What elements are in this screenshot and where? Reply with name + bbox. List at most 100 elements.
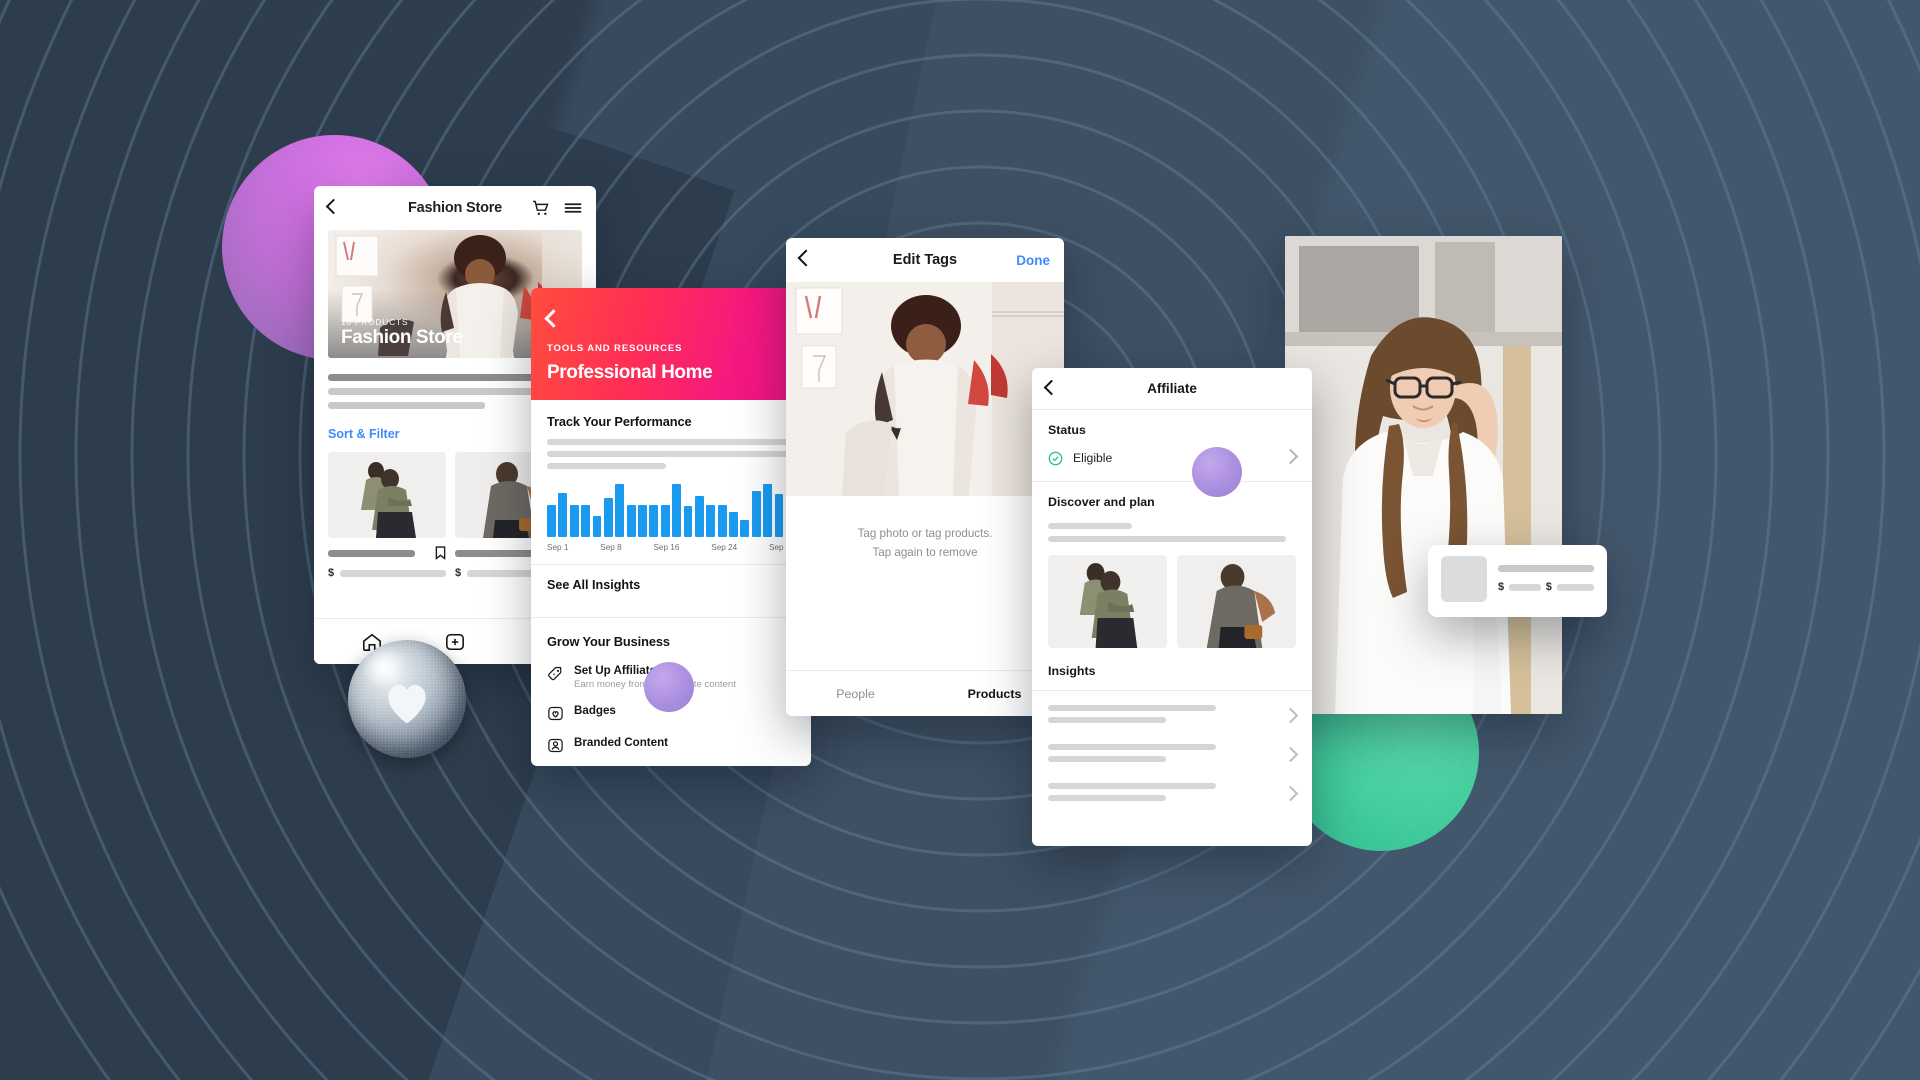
discover-thumb-1[interactable] bbox=[1048, 555, 1167, 648]
insights-section: Insights bbox=[1032, 648, 1312, 678]
status-badge: Eligible bbox=[1073, 451, 1113, 465]
hint-line-1: Tag photo or tag products. bbox=[857, 527, 993, 540]
chart-tick-label: Sep 8 bbox=[600, 543, 622, 552]
insight-row-2[interactable] bbox=[1048, 738, 1299, 777]
chevron-right-icon[interactable] bbox=[1282, 448, 1299, 467]
item-title: Branded Content bbox=[574, 736, 669, 749]
chart-bar bbox=[569, 504, 579, 537]
affiliate-navbar: Affiliate bbox=[1032, 368, 1312, 410]
chevron-right-icon[interactable] bbox=[1282, 707, 1299, 726]
grow-item-branded-content[interactable]: Branded Content bbox=[531, 729, 811, 761]
price-symbol: $ bbox=[455, 567, 462, 579]
skeleton-line bbox=[547, 463, 667, 469]
bookmark-icon[interactable] bbox=[435, 546, 446, 560]
skeleton-line bbox=[1048, 744, 1216, 750]
skeleton-title bbox=[455, 549, 543, 557]
person-badge-icon bbox=[548, 738, 563, 753]
edit-tags-panel: Edit Tags Done Tag photo or tag products… bbox=[786, 238, 1064, 716]
tab-people[interactable]: People bbox=[786, 671, 925, 716]
price-symbol: $ bbox=[328, 567, 335, 579]
chart-bar bbox=[638, 505, 647, 537]
product-card-1[interactable]: $ bbox=[328, 452, 446, 579]
hamburger-menu-icon[interactable] bbox=[564, 200, 582, 216]
discover-thumb-2[interactable] bbox=[1177, 555, 1296, 648]
section-title: Track Your Performance bbox=[547, 414, 692, 429]
mini-product-card[interactable]: $ $ bbox=[1428, 545, 1607, 617]
see-all-insights-link[interactable]: See All Insights bbox=[531, 565, 811, 605]
skeleton-line bbox=[547, 439, 795, 445]
performance-bar-chart bbox=[547, 479, 795, 537]
skeleton-title bbox=[1498, 565, 1594, 572]
skeleton-title bbox=[328, 549, 416, 557]
discover-section: Discover and plan bbox=[1032, 482, 1312, 509]
price-symbol-1: $ bbox=[1498, 581, 1505, 593]
chart-bar bbox=[558, 492, 568, 537]
tag-hint-text: Tag photo or tag products. Tap again to … bbox=[786, 524, 1064, 562]
chart-bar bbox=[581, 504, 591, 537]
page-title: Affiliate bbox=[1147, 381, 1197, 396]
chart-bar bbox=[547, 504, 556, 537]
skeleton-line bbox=[1048, 717, 1167, 723]
professional-home-header: TOOLS AND RESOURCES Professional Home bbox=[531, 288, 811, 400]
chevron-right-icon[interactable] bbox=[1282, 746, 1299, 765]
check-circle-icon bbox=[1048, 451, 1063, 465]
chart-bar bbox=[615, 483, 625, 537]
section-title: Discover and plan bbox=[1048, 495, 1155, 509]
chart-bar bbox=[774, 494, 784, 537]
hero-kicker: 10 PRODUCTS bbox=[341, 317, 409, 328]
chart-bar bbox=[729, 512, 738, 537]
edit-tags-navbar: Edit Tags Done bbox=[786, 238, 1064, 282]
done-button[interactable]: Done bbox=[1016, 253, 1050, 268]
skeleton-price bbox=[340, 569, 446, 577]
discover-thumbnails bbox=[1032, 549, 1312, 648]
insight-row-3[interactable] bbox=[1048, 777, 1299, 816]
section-title: Status bbox=[1048, 423, 1086, 437]
item-title: Badges bbox=[574, 704, 616, 717]
chart-bar bbox=[660, 505, 670, 537]
section-title: Insights bbox=[1048, 664, 1096, 678]
shopping-cart-icon[interactable] bbox=[532, 200, 550, 216]
discover-skeleton bbox=[1032, 509, 1312, 542]
header-title: Professional Home bbox=[547, 362, 713, 383]
track-performance-section: Track Your Performance bbox=[531, 400, 811, 469]
tagged-photo[interactable] bbox=[786, 282, 1064, 496]
plus-square-icon[interactable] bbox=[445, 632, 465, 652]
insight-row-1[interactable] bbox=[1048, 699, 1299, 738]
section-title: Grow Your Business bbox=[547, 634, 670, 649]
chart-bar bbox=[717, 505, 727, 537]
skeleton-price bbox=[1509, 583, 1541, 591]
heart-icon bbox=[388, 685, 426, 724]
screenshot-canvas: Fashion Store 10 PRODUCTS Fashion Store … bbox=[0, 0, 1920, 1080]
small-purple-dot-tools bbox=[644, 662, 694, 712]
chevron-left-icon[interactable] bbox=[797, 249, 815, 269]
status-row[interactable]: Eligible bbox=[1032, 437, 1312, 481]
header-kicker: TOOLS AND RESOURCES bbox=[547, 343, 683, 354]
chevron-left-icon[interactable] bbox=[1043, 379, 1060, 398]
skeleton-line bbox=[328, 388, 552, 395]
store-navbar: Fashion Store bbox=[314, 186, 596, 230]
grow-business-section: Grow Your Business bbox=[531, 618, 811, 649]
chart-tick-label: Sep 1 bbox=[547, 543, 569, 552]
chart-x-axis-labels: Sep 1 Sep 8 Sep 16 Sep 24 Sep 31 bbox=[547, 543, 795, 552]
chart-bar bbox=[706, 505, 716, 537]
affiliate-panel: Affiliate Status Eligible Discover and p… bbox=[1032, 368, 1312, 846]
chart-tick-label: Sep 24 bbox=[711, 543, 738, 552]
hint-line-2: Tap again to remove bbox=[872, 546, 978, 560]
silver-heart-orb bbox=[348, 640, 466, 758]
chevron-left-icon[interactable] bbox=[325, 198, 342, 217]
chart-bar bbox=[603, 497, 613, 537]
chart-bar bbox=[694, 496, 704, 537]
tag-type-tabs: People Products bbox=[786, 670, 1064, 716]
chart-bar bbox=[751, 490, 761, 537]
chevron-left-icon[interactable] bbox=[544, 309, 563, 330]
insights-rows bbox=[1032, 691, 1312, 816]
hero-caption: 10 PRODUCTS Fashion Store bbox=[341, 317, 463, 349]
model-photo-panel bbox=[1285, 236, 1562, 714]
chevron-right-icon[interactable] bbox=[1282, 785, 1299, 804]
chart-bar bbox=[649, 505, 659, 537]
status-section: Status bbox=[1032, 410, 1312, 437]
skeleton-price bbox=[1556, 583, 1594, 591]
chart-bar bbox=[683, 506, 693, 537]
chart-tick-label: Sep 16 bbox=[653, 543, 680, 552]
chart-bar bbox=[672, 483, 682, 537]
